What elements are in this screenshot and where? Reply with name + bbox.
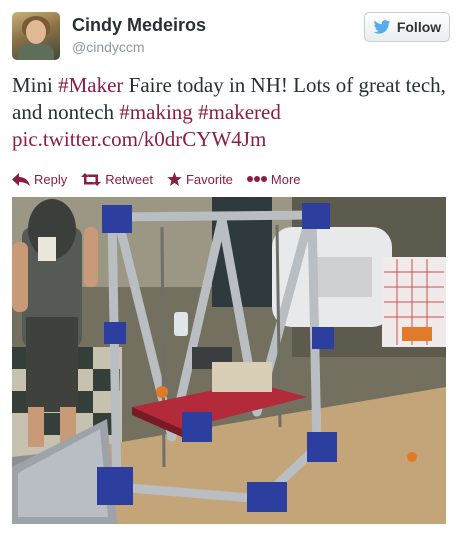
tweet-text: Mini #Maker Faire today in NH! Lots of g… bbox=[12, 72, 452, 153]
hashtag-link[interactable]: #making bbox=[119, 100, 193, 124]
twitter-bird-icon bbox=[373, 20, 391, 34]
reply-arrow-icon bbox=[12, 172, 30, 186]
more-label: More bbox=[270, 171, 301, 187]
tweet-card: Cindy Medeiros @cindyccm Follow Mini #Ma… bbox=[0, 0, 466, 541]
reply-button[interactable]: Reply bbox=[12, 172, 67, 187]
3d-printer-photo bbox=[12, 197, 446, 524]
reply-label: Reply bbox=[34, 171, 68, 187]
tweet-actions: Reply Retweet Favorite More bbox=[12, 170, 315, 188]
user-name[interactable]: Cindy Medeiros bbox=[72, 15, 206, 36]
retweet-icon bbox=[81, 172, 102, 186]
favorite-button[interactable]: Favorite bbox=[167, 172, 233, 187]
more-button[interactable]: More bbox=[246, 171, 301, 187]
user-handle[interactable]: @cindyccm bbox=[72, 39, 145, 55]
retweet-button[interactable]: Retweet bbox=[81, 172, 153, 187]
hashtag-link[interactable]: #Maker bbox=[58, 73, 123, 97]
follow-button-label: Follow bbox=[396, 19, 442, 35]
photo-link[interactable]: pic.twitter.com/k0drCYW4Jm bbox=[12, 127, 266, 151]
avatar-face bbox=[26, 20, 46, 44]
avatar-body bbox=[18, 44, 54, 60]
hashtag-link[interactable]: #makered bbox=[198, 100, 281, 124]
favorite-label: Favorite bbox=[185, 171, 233, 187]
retweet-label: Retweet bbox=[105, 171, 153, 187]
tweet-photo[interactable] bbox=[12, 197, 446, 524]
avatar[interactable] bbox=[12, 12, 60, 60]
tweet-text-segment: Mini bbox=[12, 73, 59, 97]
follow-button[interactable]: Follow bbox=[364, 12, 450, 42]
ellipsis-icon bbox=[246, 176, 267, 182]
star-icon bbox=[167, 172, 182, 186]
